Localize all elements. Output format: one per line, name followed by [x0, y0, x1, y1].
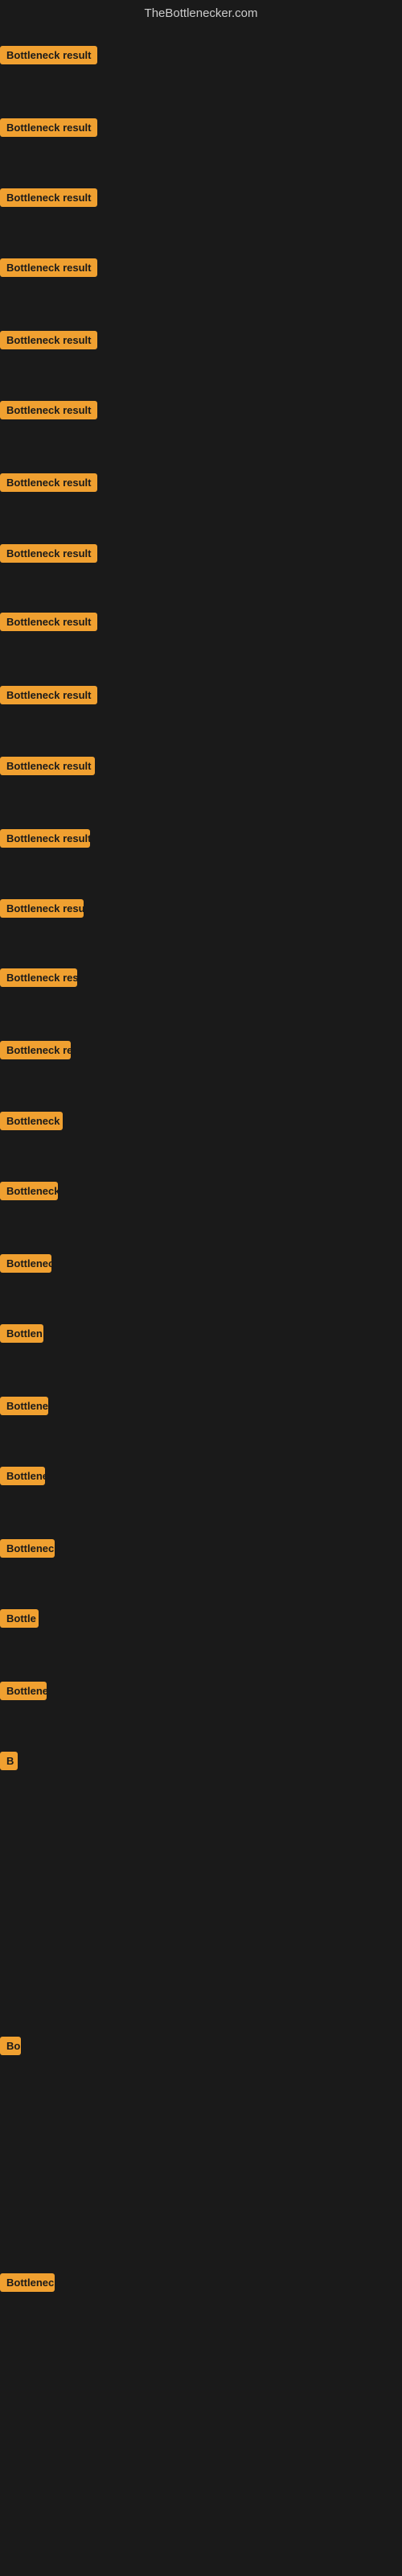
bottleneck-badge[interactable]: Bottleneck result	[0, 757, 95, 775]
bottleneck-result-row: Bottleneck result	[0, 899, 84, 922]
bottleneck-badge[interactable]: Bottlen	[0, 1324, 43, 1343]
bottleneck-result-row: Bottleneck	[0, 1254, 51, 1277]
bottleneck-badge[interactable]: Bottleneck result	[0, 473, 97, 492]
bottleneck-badge[interactable]: Bottleneck re	[0, 1539, 55, 1558]
bottleneck-result-row: Bottlenec	[0, 1467, 45, 1489]
bottleneck-badge[interactable]: Bottleneck result	[0, 968, 77, 987]
bottleneck-badge[interactable]: Bottlenec	[0, 1467, 45, 1485]
bottleneck-result-row: Bottleneck re	[0, 1539, 55, 1562]
site-title: TheBottlenecker.com	[0, 0, 402, 23]
bottleneck-badge[interactable]: Bottleneck result	[0, 899, 84, 918]
bottleneck-result-row: Bo	[0, 2037, 21, 2059]
bottleneck-badge[interactable]: B	[0, 1752, 18, 1770]
bottleneck-result-row: Bottleneck result	[0, 613, 97, 635]
bottleneck-result-row: Bottleneck result	[0, 118, 97, 141]
bottleneck-badge[interactable]: Bottleneck result	[0, 1041, 71, 1059]
bottleneck-result-row: Bottleneck result	[0, 968, 77, 991]
bottleneck-badge[interactable]: Bottleneck	[0, 1397, 48, 1415]
bottleneck-badge[interactable]: Bottleneck	[0, 1254, 51, 1273]
bottleneck-badge[interactable]: Bottleneck resu	[0, 1182, 58, 1200]
bottleneck-result-row: Bottleneck result	[0, 829, 90, 852]
bottleneck-badge[interactable]: Bottleneck	[0, 1682, 47, 1700]
bottleneck-result-row: Bottleneck result	[0, 331, 97, 353]
bottleneck-badge[interactable]: Bottleneck r	[0, 1112, 63, 1130]
bottleneck-result-row: Bottleneck	[0, 1682, 47, 1704]
bottleneck-result-row: Bottleneck result	[0, 757, 95, 779]
bottleneck-result-row: Bottleneck result	[0, 188, 97, 211]
bottleneck-badge[interactable]: Bottleneck re	[0, 2273, 55, 2292]
bottleneck-result-row: Bottlen	[0, 1324, 43, 1347]
bottleneck-result-row: Bottleneck re	[0, 2273, 55, 2296]
bottleneck-result-row: Bottleneck result	[0, 46, 97, 68]
bottleneck-badge[interactable]: Bottleneck result	[0, 188, 97, 207]
bottleneck-badge[interactable]: Bottleneck result	[0, 544, 97, 563]
bottleneck-result-row: Bottleneck result	[0, 473, 97, 496]
bottleneck-result-row: Bottleneck result	[0, 401, 97, 423]
bottleneck-result-row: Bottleneck result	[0, 258, 97, 281]
bottleneck-result-row: Bottle	[0, 1609, 39, 1632]
bottleneck-result-row: Bottleneck result	[0, 544, 97, 567]
bottleneck-badge[interactable]: Bottleneck result	[0, 686, 97, 704]
bottleneck-badge[interactable]: Bottleneck result	[0, 401, 97, 419]
bottleneck-badge[interactable]: Bottleneck result	[0, 46, 97, 64]
bottleneck-badge[interactable]: Bottleneck result	[0, 829, 90, 848]
bottleneck-badge[interactable]: Bottleneck result	[0, 331, 97, 349]
bottleneck-result-row: B	[0, 1752, 18, 1774]
bottleneck-badge[interactable]: Bottleneck result	[0, 258, 97, 277]
bottleneck-badge[interactable]: Bo	[0, 2037, 21, 2055]
bottleneck-badge[interactable]: Bottleneck result	[0, 118, 97, 137]
bottleneck-result-row: Bottleneck	[0, 1397, 48, 1419]
bottleneck-badge[interactable]: Bottleneck result	[0, 613, 97, 631]
bottleneck-result-row: Bottleneck resu	[0, 1182, 58, 1204]
bottleneck-badge[interactable]: Bottle	[0, 1609, 39, 1628]
bottleneck-result-row: Bottleneck result	[0, 1041, 71, 1063]
bottleneck-result-row: Bottleneck result	[0, 686, 97, 708]
bottleneck-result-row: Bottleneck r	[0, 1112, 63, 1134]
